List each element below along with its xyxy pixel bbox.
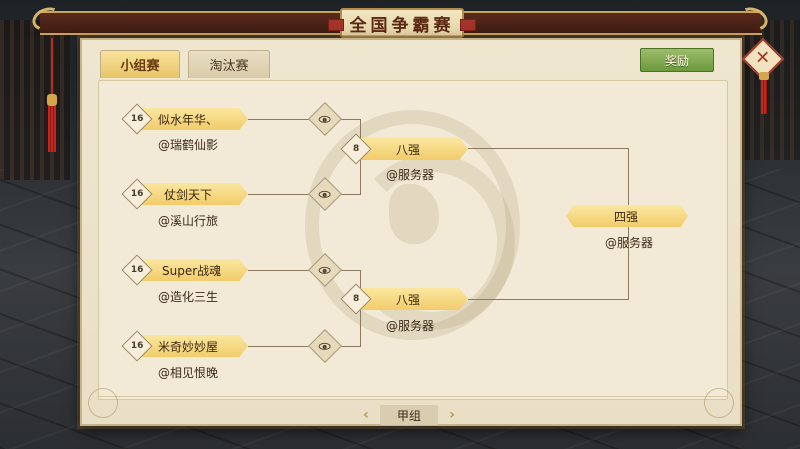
tab-group-stage[interactable]: 小组赛 (100, 50, 180, 78)
reward-button[interactable]: 奖励 (640, 48, 714, 72)
player-name-ribbon[interactable]: 米奇妙妙屋 (140, 335, 248, 357)
semifinal-ribbon[interactable]: 四强 (566, 205, 688, 227)
close-tassel-decoration (759, 72, 769, 114)
quarterfinal-ribbon[interactable]: 八强 (356, 288, 468, 310)
lattice-window-right (740, 20, 800, 160)
prev-group-arrow-icon[interactable]: ‹ (358, 405, 374, 425)
bracket-line (248, 270, 310, 271)
group-label: 甲组 (380, 405, 438, 425)
page-title: 全国争霸赛 (328, 8, 476, 38)
corner-ornament (88, 388, 118, 418)
bracket-line (248, 194, 310, 195)
lattice-window-left (0, 20, 70, 180)
bracket-line (468, 299, 628, 300)
server-label: @相见恨晚 (158, 366, 219, 380)
bracket-line (248, 119, 310, 120)
server-label: @服务器 (386, 168, 435, 182)
next-group-arrow-icon[interactable]: › (444, 405, 460, 425)
player-name-ribbon[interactable]: 似水年华、 (140, 108, 248, 130)
server-label: @造化三生 (158, 290, 219, 304)
bracket-line (248, 346, 310, 347)
server-label: @服务器 (386, 319, 435, 333)
tab-knockout[interactable]: 淘汰赛 (188, 50, 270, 78)
server-label: @服务器 (605, 236, 654, 250)
player-name-ribbon[interactable]: 仗剑天下 (140, 183, 248, 205)
corner-ornament (704, 388, 734, 418)
server-label: @溪山行旅 (158, 214, 219, 228)
player-name-ribbon[interactable]: Super战魂 (140, 259, 248, 281)
close-x-icon: ✕ (755, 48, 771, 69)
quarterfinal-ribbon[interactable]: 八强 (356, 138, 468, 160)
bracket-line (468, 148, 628, 149)
tassel-decoration (47, 38, 57, 153)
server-label: @瑞鹤仙影 (158, 138, 219, 152)
